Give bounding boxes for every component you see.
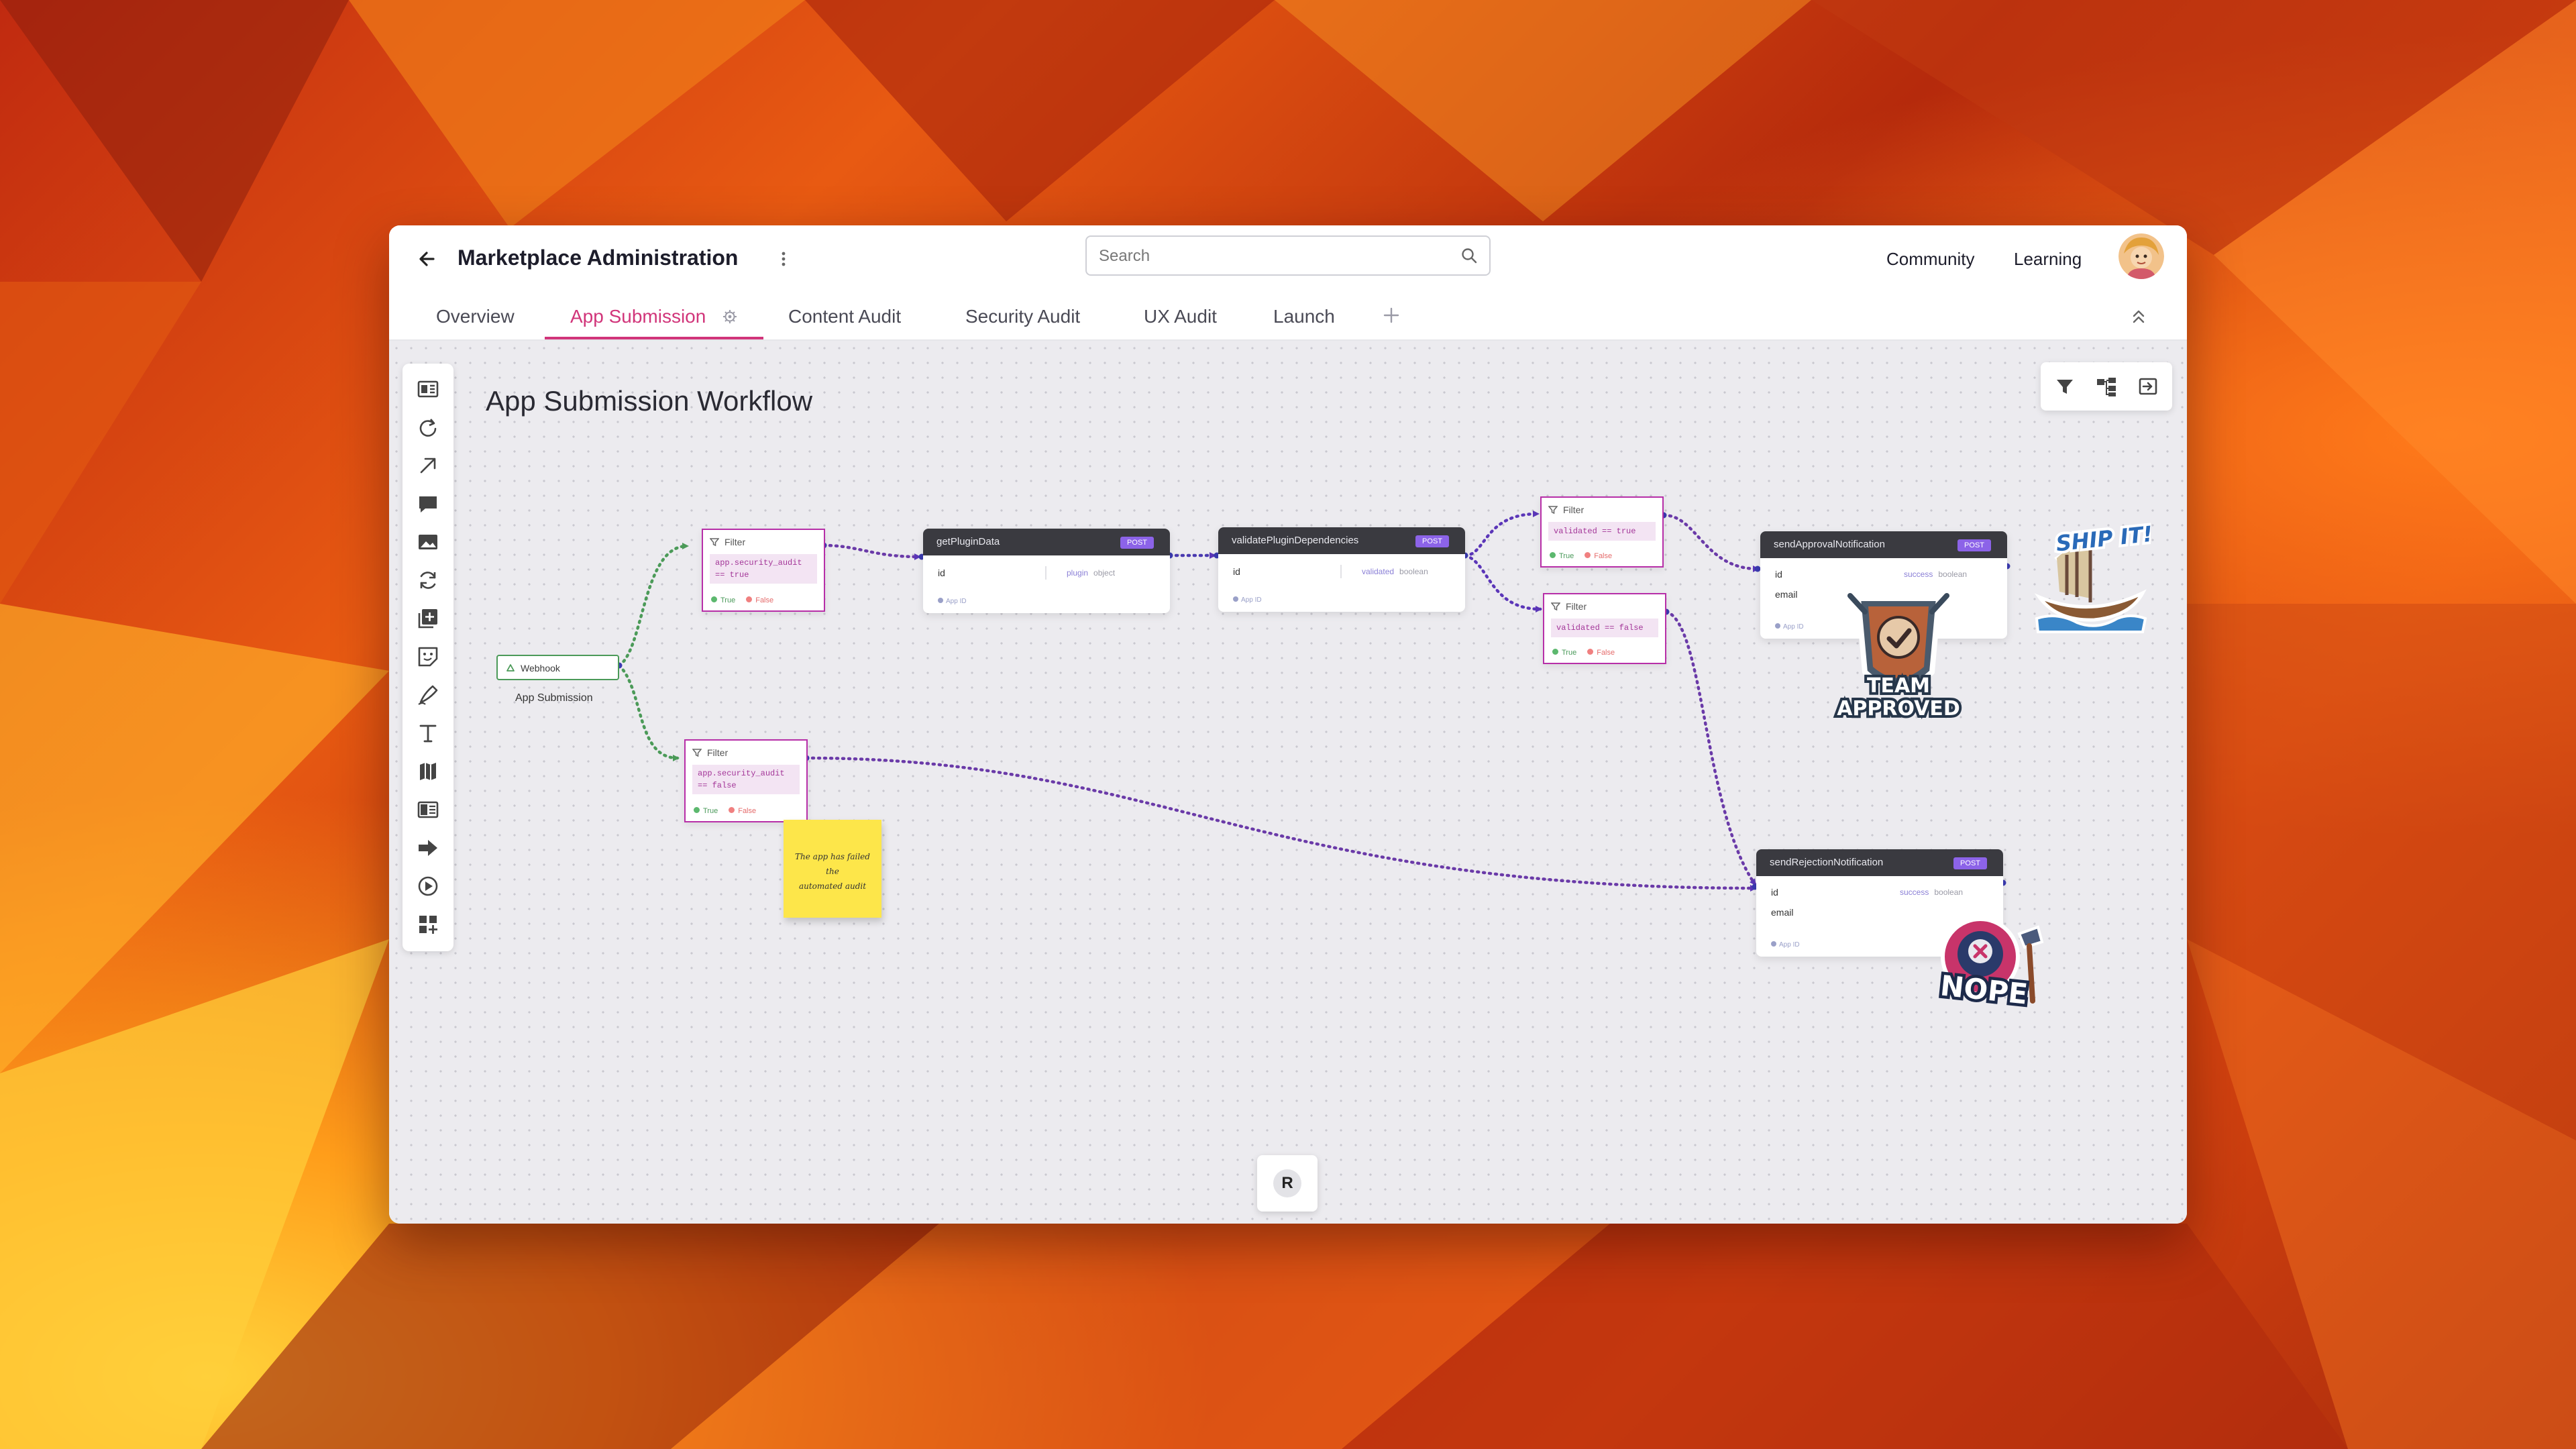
edge-validate-to-filter-valid bbox=[1463, 511, 1540, 557]
input-field-id: id bbox=[1775, 569, 1782, 580]
false-output-label: False bbox=[755, 596, 774, 604]
tab-launch[interactable]: Launch bbox=[1273, 305, 1335, 329]
tab-overview[interactable]: Overview bbox=[436, 305, 515, 329]
app-window: Marketplace Administration Community Lea… bbox=[389, 225, 2187, 1224]
node-footer: App ID bbox=[1233, 596, 1262, 605]
tab-settings-gear-icon[interactable] bbox=[722, 309, 738, 325]
tab-content-audit[interactable]: Content Audit bbox=[788, 305, 901, 329]
filter-condition: app.security_audit == true bbox=[710, 554, 817, 584]
input-field-email: email bbox=[1771, 907, 1794, 918]
filter-icon bbox=[1548, 506, 1558, 515]
false-output-label: False bbox=[1597, 649, 1615, 657]
filter-node-security-pass[interactable]: Filter app.security_audit == true True Fa… bbox=[702, 529, 825, 612]
true-output-label: True bbox=[1559, 552, 1574, 560]
true-output-label: True bbox=[703, 807, 718, 815]
input-field-id: id bbox=[938, 568, 945, 578]
filter-condition: validated == false bbox=[1551, 619, 1658, 637]
tab-ux-audit[interactable]: UX Audit bbox=[1144, 305, 1217, 329]
edge-webhook-to-filter-pass bbox=[617, 543, 689, 667]
filter-condition: app.security_audit == false bbox=[692, 765, 800, 794]
active-tab-indicator bbox=[545, 337, 763, 339]
api-node-name: getPluginData bbox=[936, 536, 1000, 547]
filter-condition: validated == true bbox=[1548, 522, 1656, 541]
sticker-text-approved: APPROVED bbox=[1837, 697, 1960, 720]
api-node-name: sendApprovalNotification bbox=[1774, 539, 1885, 550]
app-header: Marketplace Administration Community Lea… bbox=[389, 225, 2187, 291]
nope-sticker[interactable]: NOPE bbox=[1932, 907, 2053, 1014]
learning-link[interactable]: Learning bbox=[2014, 246, 2082, 272]
search-icon[interactable] bbox=[1460, 246, 1479, 265]
node-footer: App ID bbox=[1771, 941, 1800, 950]
input-field-id: id bbox=[1771, 887, 1778, 898]
workflow-tabs: Overview App Submission Content Audit Se… bbox=[389, 291, 2187, 341]
node-footer: App ID bbox=[938, 597, 967, 606]
false-output-label: False bbox=[738, 807, 757, 815]
true-output-label: True bbox=[1562, 649, 1577, 657]
collapse-chevrons-icon[interactable] bbox=[2128, 306, 2149, 327]
filter-node-security-fail[interactable]: Filter app.security_audit == false True F… bbox=[684, 739, 808, 822]
sticky-note[interactable]: The app has failed the automated audit bbox=[784, 820, 881, 918]
workflow-connections bbox=[616, 511, 2010, 892]
edge-validate-to-filter-invalid bbox=[1463, 553, 1542, 612]
community-link[interactable]: Community bbox=[1886, 246, 1974, 272]
response-field: validated boolean bbox=[1362, 567, 1428, 576]
workflow-canvas[interactable]: App Submission Workflow Webhook App Subm… bbox=[389, 341, 2187, 1224]
response-field: success boolean bbox=[1904, 570, 1968, 579]
tab-app-submission[interactable]: App Submission bbox=[570, 305, 706, 329]
more-options-icon[interactable] bbox=[778, 246, 789, 272]
app-title: Marketplace Administration bbox=[458, 246, 739, 270]
response-field: success boolean bbox=[1900, 888, 1964, 897]
input-field-id: id bbox=[1233, 566, 1240, 577]
run-button[interactable]: R bbox=[1257, 1155, 1318, 1212]
search-input[interactable] bbox=[1097, 237, 1449, 276]
edge-webhook-to-filter-fail bbox=[617, 663, 680, 761]
search-box bbox=[1085, 235, 1491, 276]
filter-icon bbox=[692, 749, 702, 757]
method-badge: POST bbox=[1953, 857, 1987, 869]
sticker-text-nope: NOPE bbox=[1939, 969, 2029, 1010]
sticky-note-line1: The app has failed the bbox=[795, 852, 870, 876]
team-approved-sticker[interactable]: TEAM APPROVED bbox=[1831, 585, 1966, 726]
sticker-text-team: TEAM bbox=[1867, 674, 1930, 698]
filter-icon bbox=[1551, 602, 1560, 611]
api-node-name: sendRejectionNotification bbox=[1770, 857, 1884, 868]
back-arrow-icon[interactable] bbox=[413, 244, 443, 274]
method-badge: POST bbox=[1120, 537, 1154, 549]
tab-security-audit[interactable]: Security Audit bbox=[965, 305, 1080, 329]
true-output-label: True bbox=[720, 596, 736, 604]
edge-filter-invalid-to-rejection bbox=[1664, 610, 1757, 886]
avatar[interactable] bbox=[2118, 233, 2164, 279]
filter-icon bbox=[710, 538, 719, 547]
response-field: plugin object bbox=[1067, 568, 1116, 578]
filter-node-validated-false[interactable]: Filter validated == false True False bbox=[1543, 593, 1666, 664]
add-tab-plus-icon[interactable] bbox=[1381, 305, 1402, 326]
webhook-node[interactable]: Webhook bbox=[496, 655, 619, 680]
edge-filter-fail-to-rejection bbox=[804, 756, 1757, 892]
webhook-caption: App Submission bbox=[515, 692, 593, 704]
run-button-label: R bbox=[1273, 1169, 1301, 1197]
edge-filter-valid-to-approval bbox=[1662, 513, 1760, 572]
method-badge: POST bbox=[1415, 535, 1449, 547]
api-node-getplugindata[interactable]: getPluginData POST id plugin object App I… bbox=[923, 529, 1170, 613]
sticky-note-line2: automated audit bbox=[798, 881, 867, 891]
webhook-label: Webhook bbox=[521, 663, 560, 674]
input-field-email: email bbox=[1775, 589, 1798, 600]
api-node-name: validatePluginDependencies bbox=[1232, 535, 1359, 546]
api-node-validateplugindependencies[interactable]: validatePluginDependencies POST id valid… bbox=[1218, 527, 1465, 612]
filter-node-validated-true[interactable]: Filter validated == true True False bbox=[1540, 496, 1664, 568]
edge-filter-to-getplugindata bbox=[822, 543, 921, 560]
sticker-text-ship-it: SHIP IT! bbox=[2055, 521, 2151, 557]
method-badge: POST bbox=[1957, 539, 1991, 551]
user-avatar-icon bbox=[2118, 233, 2164, 279]
false-output-label: False bbox=[1594, 552, 1613, 560]
ship-it-sticker[interactable]: SHIP IT! bbox=[2030, 518, 2151, 639]
node-footer: App ID bbox=[1775, 623, 1804, 632]
webhook-icon bbox=[506, 664, 515, 672]
